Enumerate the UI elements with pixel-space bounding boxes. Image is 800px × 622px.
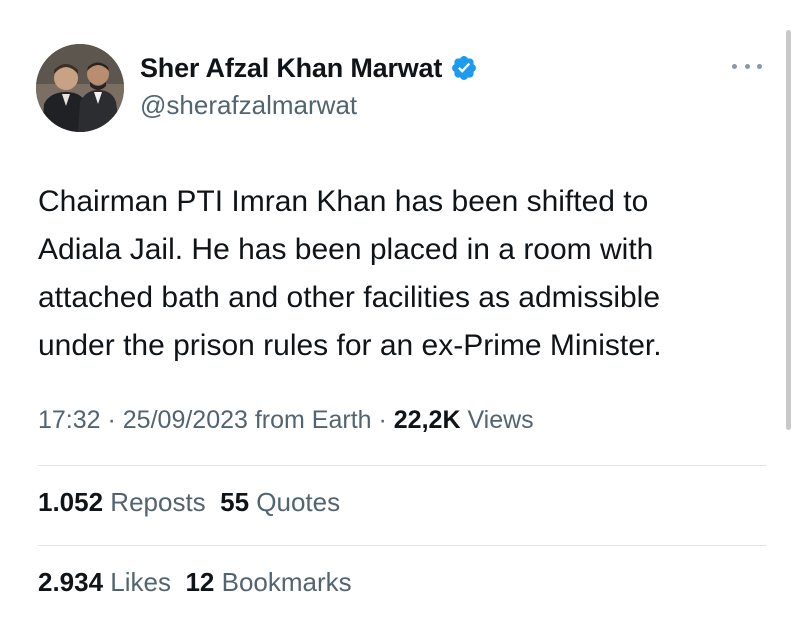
divider <box>38 465 766 466</box>
quotes-count: 55 <box>220 487 250 517</box>
author-display-name[interactable]: Sher Afzal Khan Marwat <box>140 53 442 84</box>
tweet-date[interactable]: 25/09/2023 <box>123 406 248 434</box>
avatar[interactable] <box>36 44 124 132</box>
bookmarks-label: Bookmarks <box>214 567 352 597</box>
likes-label: Likes <box>103 567 171 597</box>
views-count[interactable]: 22,2K <box>394 406 461 434</box>
quotes-label: Quotes <box>249 487 341 517</box>
likes-link[interactable]: 2.934 Likes <box>38 567 171 597</box>
tweet-line: Chairman PTI Imran Khan has been shifted… <box>38 185 649 218</box>
author-name-row: Sher Afzal Khan Marwat <box>140 48 478 88</box>
tweet-line: attached bath and other facilities as ad… <box>38 281 661 314</box>
divider <box>38 545 766 546</box>
dot <box>732 63 737 69</box>
quotes-link[interactable]: 55 Quotes <box>220 487 340 517</box>
tweet-source: from Earth <box>247 406 372 434</box>
tweet-line: Adiala Jail. He has been placed in a roo… <box>38 233 654 266</box>
author-handle[interactable]: @sherafzalmarwat <box>140 90 357 121</box>
meta-separator: · <box>100 406 123 434</box>
likes-stats-row: 2.934 Likes 12 Bookmarks <box>38 567 352 598</box>
likes-count: 2.934 <box>38 567 104 597</box>
tweet-detail: Sher Afzal Khan Marwat @sherafzalmarwat … <box>0 0 800 622</box>
dot <box>744 63 750 69</box>
meta-separator: · <box>371 406 394 434</box>
tweet-time[interactable]: 17:32 <box>38 406 101 434</box>
avatar-image <box>36 44 124 132</box>
dot <box>757 63 762 69</box>
engagement-stats-row: 1.052 Reposts 55 Quotes <box>38 487 340 518</box>
more-options-icon[interactable] <box>732 60 762 72</box>
bookmarks-count: 12 <box>185 567 215 597</box>
views-label[interactable]: Views <box>461 406 533 434</box>
verified-badge-icon <box>452 56 477 80</box>
tweet-line: under the prison rules for an ex-Prime M… <box>38 329 662 362</box>
tweet-meta: 17:32 · 25/09/2023 from Earth · 22,2K Vi… <box>38 406 534 435</box>
reposts-label: Reposts <box>103 487 206 517</box>
reposts-link[interactable]: 1.052 Reposts <box>38 487 206 517</box>
bookmarks-link[interactable]: 12 Bookmarks <box>185 567 351 597</box>
tweet-text: Chairman PTI Imran Khan has been shifted… <box>38 178 778 370</box>
reposts-count: 1.052 <box>38 487 104 517</box>
scrollbar[interactable] <box>786 30 791 430</box>
